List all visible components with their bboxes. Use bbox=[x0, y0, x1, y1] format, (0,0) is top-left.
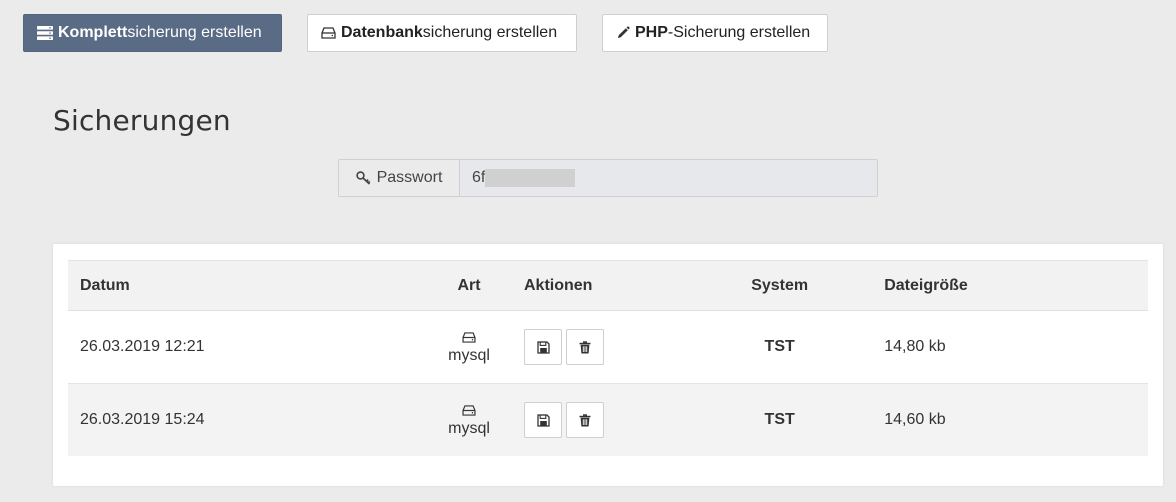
password-input[interactable]: 6f bbox=[460, 160, 877, 196]
row-type: mysql bbox=[448, 420, 490, 437]
header-dateigroesse: Dateigröße bbox=[846, 260, 1148, 311]
db-backup-label-rest: sicherung erstellen bbox=[422, 24, 558, 41]
row-actions bbox=[512, 383, 714, 456]
row-system: TST bbox=[713, 383, 847, 456]
trash-icon bbox=[579, 340, 591, 353]
header-aktionen: Aktionen bbox=[512, 260, 714, 311]
backups-card: Datum Art Aktionen System Dateigröße 26.… bbox=[53, 244, 1163, 486]
download-backup-button[interactable] bbox=[524, 329, 562, 365]
server-icon bbox=[37, 26, 53, 40]
pencil-icon bbox=[616, 26, 630, 40]
save-icon bbox=[536, 413, 550, 427]
backups-table: Datum Art Aktionen System Dateigröße 26.… bbox=[68, 260, 1148, 456]
php-backup-label-bold: PHP bbox=[635, 24, 668, 41]
row-system: TST bbox=[713, 310, 847, 384]
header-art: Art bbox=[426, 260, 512, 311]
delete-backup-button[interactable] bbox=[566, 402, 604, 438]
hdd-icon bbox=[462, 401, 476, 419]
row-type-cell: mysql bbox=[426, 310, 512, 384]
row-date: 26.03.2019 15:24 bbox=[68, 383, 426, 456]
password-redaction bbox=[485, 169, 576, 187]
row-type-cell: mysql bbox=[426, 383, 512, 456]
table-row: 26.03.2019 15:24 mysql TST 14,60 kb bbox=[68, 383, 1148, 456]
download-backup-button[interactable] bbox=[524, 402, 562, 438]
hdd-icon bbox=[462, 328, 476, 346]
delete-backup-button[interactable] bbox=[566, 329, 604, 365]
create-full-backup-button[interactable]: Komplett sicherung erstellen bbox=[23, 14, 282, 52]
php-backup-label-rest: -Sicherung erstellen bbox=[667, 24, 811, 41]
row-size: 14,60 kb bbox=[846, 383, 1148, 456]
row-type: mysql bbox=[448, 347, 490, 364]
password-value: 6f bbox=[472, 169, 486, 186]
password-label-text: Passwort bbox=[376, 169, 443, 186]
db-backup-label-bold: Datenbank bbox=[341, 24, 423, 41]
trash-icon bbox=[579, 413, 591, 426]
create-database-backup-button[interactable]: Datenbank sicherung erstellen bbox=[307, 14, 577, 52]
row-actions bbox=[512, 310, 714, 384]
full-backup-label-rest: sicherung erstellen bbox=[127, 24, 262, 41]
page-title: Sicherungen bbox=[53, 104, 231, 137]
password-field-group: Passwort 6f bbox=[338, 159, 878, 197]
row-date: 26.03.2019 12:21 bbox=[68, 310, 426, 384]
row-size: 14,80 kb bbox=[846, 310, 1148, 384]
full-backup-label-bold: Komplett bbox=[58, 24, 128, 41]
table-header-row: Datum Art Aktionen System Dateigröße bbox=[68, 260, 1148, 311]
key-icon bbox=[355, 171, 372, 185]
header-system: System bbox=[713, 260, 847, 311]
table-row: 26.03.2019 12:21 mysql TST 14,80 kb bbox=[68, 310, 1148, 384]
password-label: Passwort bbox=[339, 160, 460, 196]
create-php-backup-button[interactable]: PHP -Sicherung erstellen bbox=[602, 14, 828, 52]
hdd-icon bbox=[321, 27, 336, 39]
header-datum: Datum bbox=[68, 260, 426, 311]
save-icon bbox=[536, 340, 550, 354]
